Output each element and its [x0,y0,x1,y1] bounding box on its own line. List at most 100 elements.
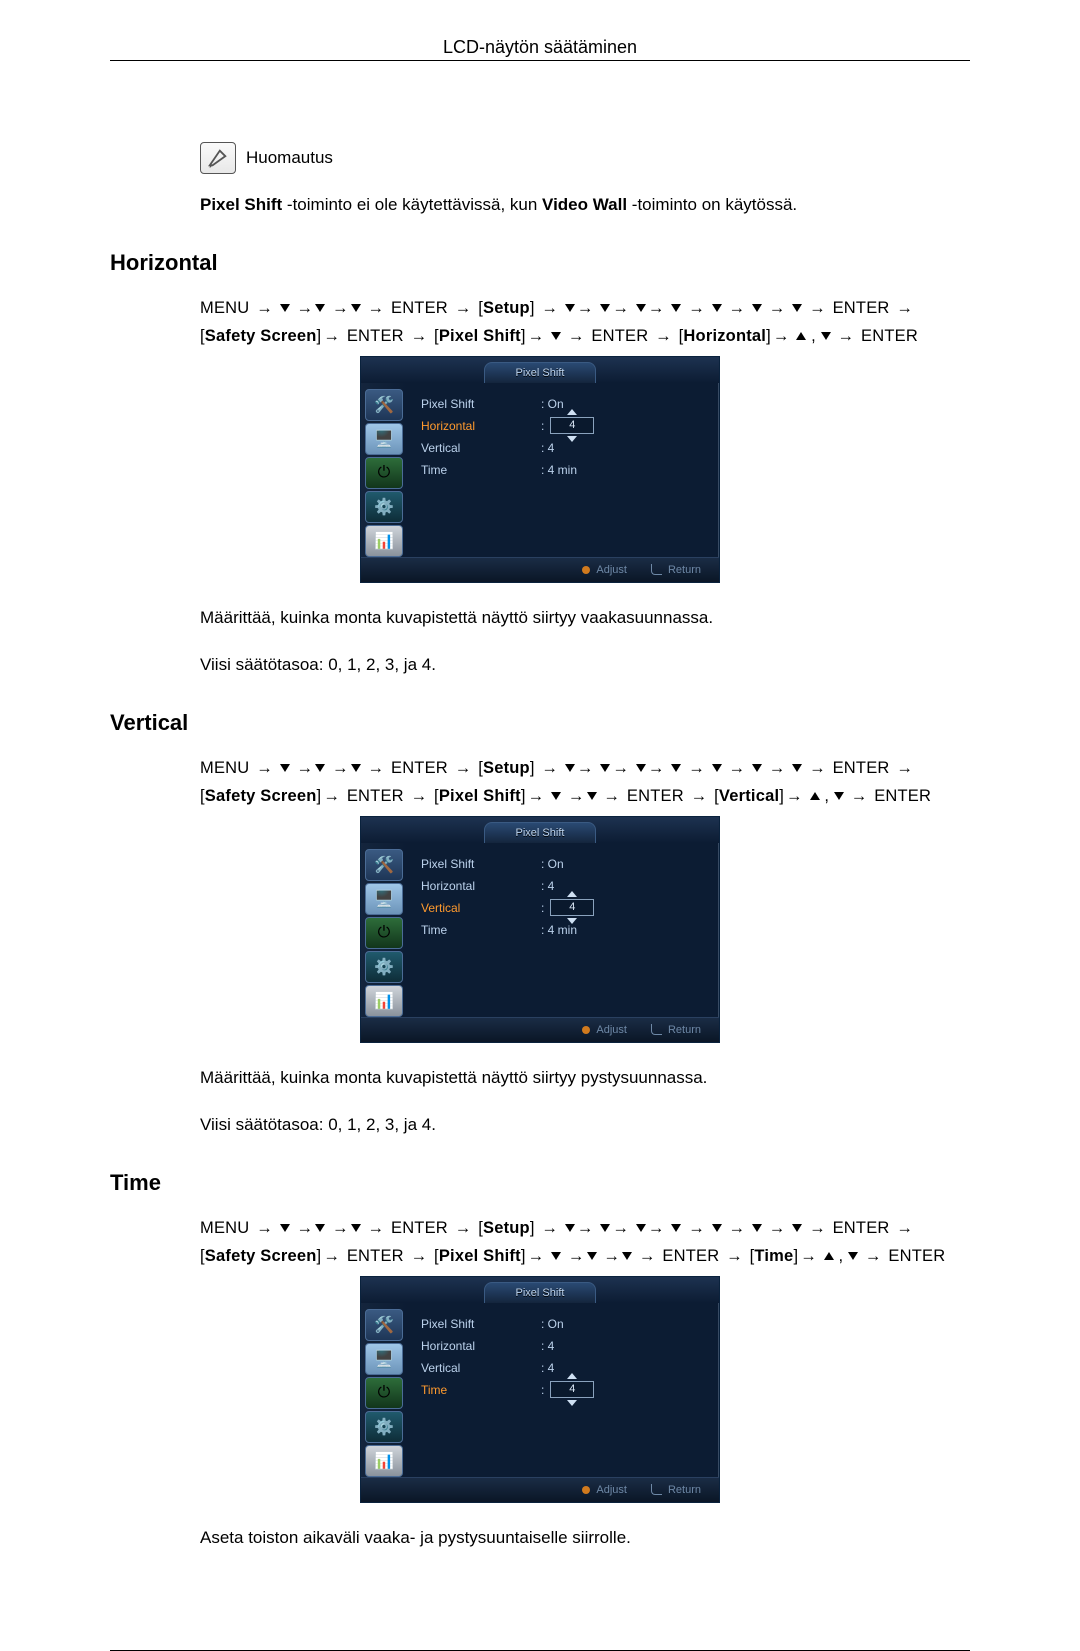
osd-icon-4: ⚙️ [365,491,403,523]
osd-icon-5: 📊 [365,1445,403,1477]
note-icon [200,142,236,174]
osd-side-icons: 🛠️ 🖥️ ⏻ ⚙️ 📊 [361,843,407,1017]
vertical-desc-2: Viisi säätötasoa: 0, 1, 2, 3, ja 4. [200,1112,970,1138]
nav-menu: MENU [200,759,249,777]
osd-label: Time [421,459,541,481]
page-title: LCD-näytön säätäminen [435,37,645,58]
nav-enter: ENTER [391,299,448,317]
osd-footer-return: Return [651,1024,701,1036]
nav-enter: ENTER [347,327,404,345]
osd-label: Vertical [421,437,541,459]
osd-icon-3: ⏻ [365,457,403,489]
osd-footer-adjust: Adjust [582,1024,627,1036]
nav-enter: ENTER [347,787,404,805]
osd-icon-1: 🛠️ [365,389,403,421]
osd-row-horizontal: Horizontal : 4 [421,1335,705,1357]
note-bold-2: Video Wall [542,195,627,214]
nav-safety: Safety Screen [205,1247,317,1265]
osd-footer-label: Adjust [596,1484,627,1496]
osd-label: Pixel Shift [421,1313,541,1335]
osd-row-time: Time : 4 min [421,919,705,941]
osd-icon-1: 🛠️ [365,849,403,881]
osd-icon-3: ⏻ [365,1377,403,1409]
osd-row-pixelshift: Pixel Shift : On [421,853,705,875]
note-mid: -toiminto ei ole käytettävissä, kun [282,195,542,214]
nav-path-time: MENU → → → → ENTER → [Setup] → → → → → →… [200,1214,970,1270]
osd-screenshot-time: Pixel Shift 🛠️ 🖥️ ⏻ ⚙️ 📊 Pixel Shift : O… [360,1276,720,1503]
osd-tab: Pixel Shift [484,822,596,843]
osd-label: Time [421,919,541,941]
osd-row-vertical: Vertical : 4 [421,897,705,919]
osd-row-horizontal: Horizontal : 4 [421,415,705,437]
nav-enter: ENTER [347,1247,404,1265]
nav-safety: Safety Screen [205,787,317,805]
osd-footer-label: Return [668,1024,701,1036]
section-heading-time: Time [110,1170,970,1196]
nav-setup: Setup [483,1219,530,1237]
nav-target: Vertical [719,787,779,805]
osd-row-vertical: Vertical : 4 [421,1357,705,1379]
osd-value-box[interactable]: 4 [550,417,594,434]
osd-row-time: Time : 4 min [421,459,705,481]
osd-icon-4: ⚙️ [365,951,403,983]
horizontal-desc-1: Määrittää, kuinka monta kuvapistettä näy… [200,605,970,631]
osd-icon-5: 📊 [365,525,403,557]
osd-row-vertical: Vertical : 4 [421,437,705,459]
nav-setup: Setup [483,759,530,777]
osd-icon-2: 🖥️ [365,883,403,915]
nav-target: Horizontal [683,327,766,345]
osd-row-horizontal: Horizontal : 4 [421,875,705,897]
nav-enter: ENTER [874,787,931,805]
nav-path-horizontal: MENU → → → → ENTER → [Setup] → → → → → →… [200,294,970,350]
osd-label: Horizontal [421,875,541,897]
nav-path-vertical: MENU → → → → ENTER → [Setup] → → → → → →… [200,754,970,810]
nav-pixel: Pixel Shift [439,1247,521,1265]
osd-label: Pixel Shift [421,393,541,415]
horizontal-desc-2: Viisi säätötasoa: 0, 1, 2, 3, ja 4. [200,652,970,678]
osd-value: : 4 [541,1335,554,1357]
time-desc-1: Aseta toiston aikaväli vaaka- ja pystysu… [200,1525,970,1551]
osd-label: Horizontal [421,415,541,437]
osd-value: : 4 min [541,459,577,481]
note-suffix: -toiminto on käytössä. [627,195,797,214]
osd-value: 4 [569,419,575,431]
osd-label: Horizontal [421,1335,541,1357]
osd-tab: Pixel Shift [484,362,596,383]
section-heading-vertical: Vertical [110,710,970,736]
osd-row-pixelshift: Pixel Shift : On [421,393,705,415]
osd-value: : On [541,1313,564,1335]
section-heading-horizontal: Horizontal [110,250,970,276]
osd-footer-label: Adjust [596,1024,627,1036]
osd-label: Time [421,1379,541,1401]
osd-icon-2: 🖥️ [365,423,403,455]
nav-safety: Safety Screen [205,327,317,345]
osd-icon-5: 📊 [365,985,403,1017]
osd-label: Vertical [421,897,541,919]
nav-enter: ENTER [833,299,890,317]
osd-screenshot-horizontal: Pixel Shift 🛠️ 🖥️ ⏻ ⚙️ 📊 Pixel Shift : O… [360,356,720,583]
note-label: Huomautus [246,148,333,168]
note-text: Pixel Shift -toiminto ei ole käytettävis… [200,192,970,218]
osd-tab: Pixel Shift [484,1282,596,1303]
nav-enter: ENTER [627,787,684,805]
osd-icon-4: ⚙️ [365,1411,403,1443]
nav-enter: ENTER [662,1247,719,1265]
osd-value: : On [541,393,564,415]
osd-footer-return: Return [651,564,701,576]
osd-value: : 4 [541,875,554,897]
osd-label: Vertical [421,1357,541,1379]
osd-value-box[interactable]: 4 [550,1381,594,1398]
nav-pixel: Pixel Shift [439,787,521,805]
nav-menu: MENU [200,299,249,317]
nav-enter: ENTER [391,1219,448,1237]
osd-screenshot-vertical: Pixel Shift 🛠️ 🖥️ ⏻ ⚙️ 📊 Pixel Shift : O… [360,816,720,1043]
nav-menu: MENU [200,1219,249,1237]
osd-footer-adjust: Adjust [582,564,627,576]
osd-value: : On [541,853,564,875]
nav-setup: Setup [483,299,530,317]
nav-target: Time [754,1247,793,1265]
osd-label: Pixel Shift [421,853,541,875]
osd-value-box[interactable]: 4 [550,899,594,916]
nav-enter: ENTER [833,759,890,777]
osd-icon-3: ⏻ [365,917,403,949]
